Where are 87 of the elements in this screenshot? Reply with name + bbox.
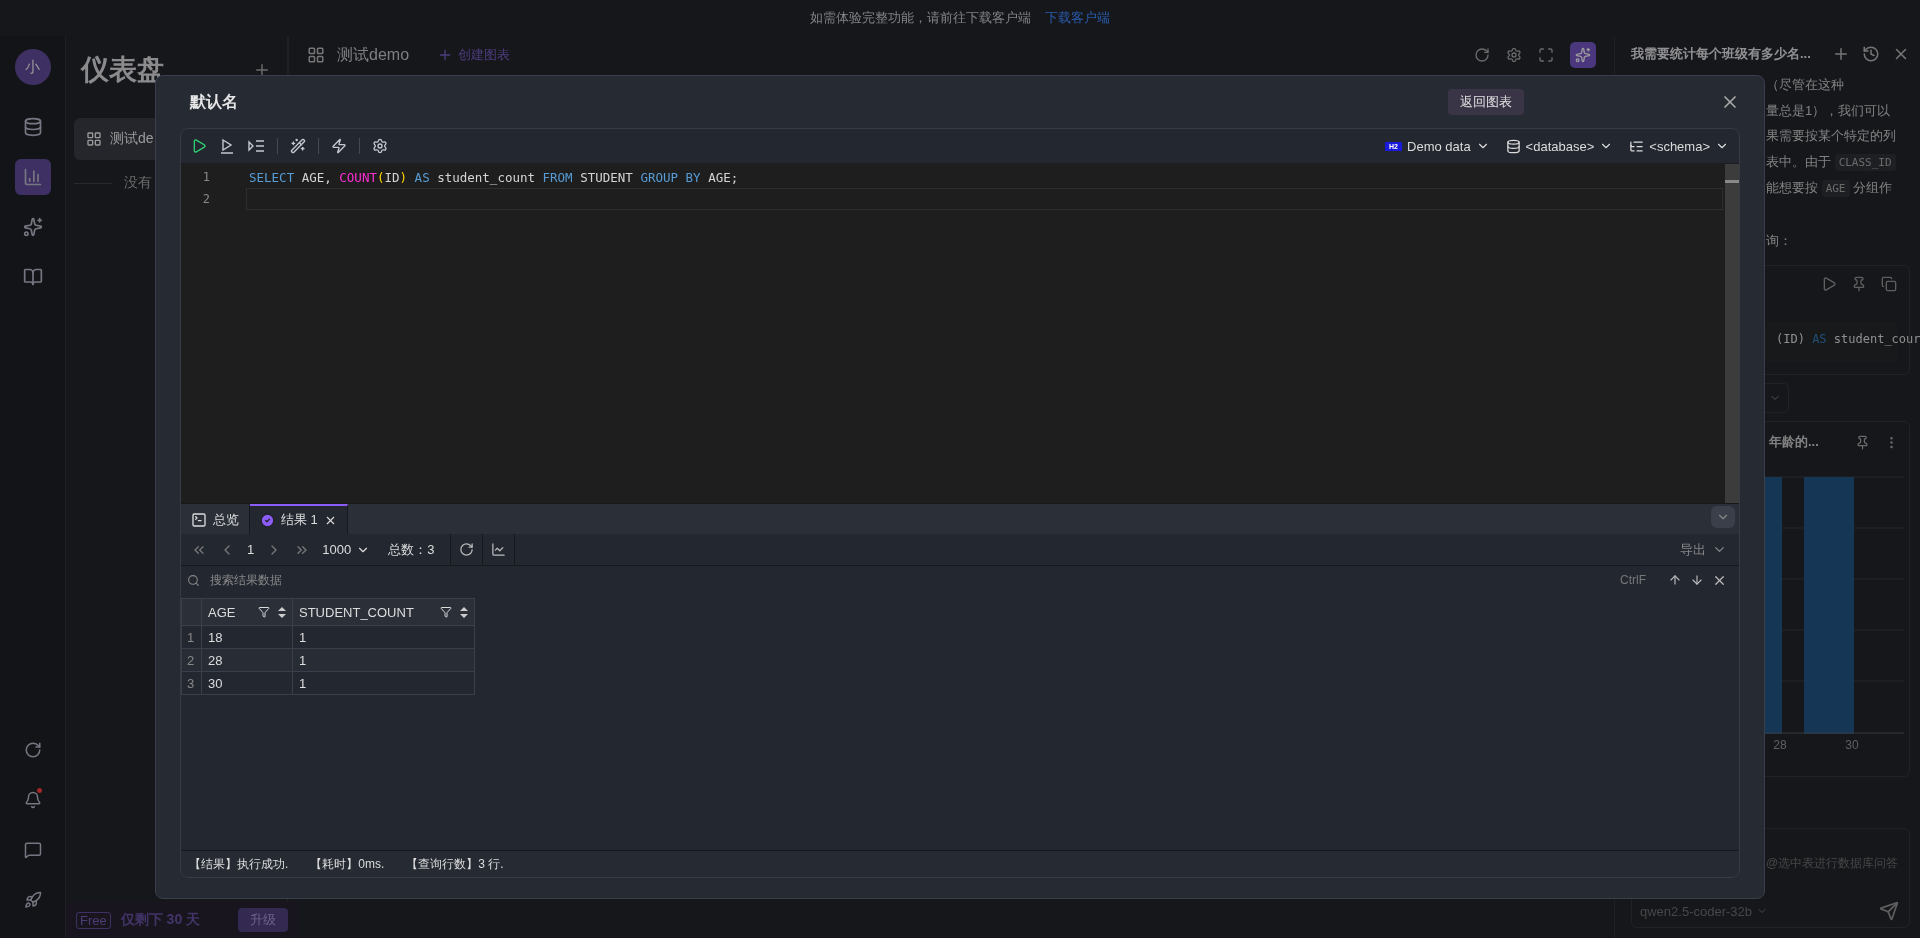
list-indent-icon[interactable] — [247, 138, 265, 154]
message-line: 表中。由于 CLASS_ID — [1766, 148, 1910, 175]
plan-tag: Free — [76, 911, 111, 929]
pin-icon[interactable] — [1851, 276, 1867, 292]
wand-icon[interactable] — [290, 138, 306, 154]
table-cell: 1 — [292, 648, 475, 672]
bell-icon — [23, 791, 42, 809]
page-number: 1 — [247, 542, 255, 557]
shortcut-hint: CtrlF — [1620, 573, 1646, 587]
plan-text: 仅剩下 30 天 — [120, 911, 202, 929]
tree-icon — [1629, 138, 1645, 154]
refresh-icon — [23, 741, 42, 759]
table-cell: 18 — [201, 625, 293, 649]
banner-text: 如需体验完整功能，请前往下载客户端 — [810, 9, 1031, 27]
code-line[interactable]: SELECT AGE, COUNT(ID) AS student_count FROM STUDENT GROUP BY AGE; — [246, 166, 1723, 188]
bar-chart-icon — [22, 167, 43, 187]
table-cell: 1 — [292, 625, 475, 649]
status-text: 【查询行数】3 行. — [406, 855, 504, 873]
fullscreen-icon[interactable] — [1538, 47, 1554, 63]
chat-title: 我需要统计每个班级有多少名... — [1631, 45, 1812, 63]
axis-label: 28 — [1772, 738, 1788, 752]
arrow-down-icon[interactable] — [1690, 573, 1704, 587]
scrollbar[interactable] — [1725, 164, 1739, 503]
message-line: 果需要按某个特定的列 — [1766, 127, 1897, 145]
book-icon — [22, 267, 43, 287]
database-select[interactable]: <database> — [1505, 138, 1614, 154]
message-line: 能想要按 AGE 分组作 — [1766, 179, 1894, 199]
add-icon[interactable] — [1832, 45, 1850, 63]
message-line: （尽管在这种 — [1766, 76, 1845, 94]
history-icon[interactable] — [1862, 45, 1880, 63]
refresh-icon[interactable] — [1474, 47, 1490, 63]
collapse-button[interactable] — [1711, 506, 1735, 528]
export-button[interactable]: 导出 — [1674, 539, 1733, 560]
rocket-icon — [23, 891, 42, 909]
grid-icon — [86, 131, 102, 147]
sparkle-icon — [1575, 47, 1591, 63]
database-icon — [22, 117, 43, 137]
line-number: 1 — [201, 170, 211, 184]
rail-button[interactable] — [14, 159, 51, 195]
line-number: 2 — [201, 192, 211, 206]
play-line-icon[interactable] — [219, 138, 235, 154]
row-number: 3 — [181, 671, 202, 695]
avatar[interactable]: 小 — [14, 49, 51, 85]
dashboard-title: 测试demo — [337, 44, 410, 65]
grid-icon — [307, 46, 325, 64]
row-number: 1 — [181, 625, 202, 649]
message-line: 询： — [1766, 231, 1793, 250]
row-number: 2 — [181, 648, 202, 672]
search-field[interactable]: 搜索结果数据 — [208, 572, 1612, 588]
refresh-icon — [459, 542, 475, 557]
message-line: 量总是1），我们可以 — [1766, 101, 1892, 120]
lightning-icon[interactable] — [331, 138, 347, 154]
ai-button[interactable] — [1570, 42, 1596, 68]
search-icon — [187, 573, 200, 587]
dialog-title: 默认名 — [190, 91, 239, 112]
status-text: 【结果】执行成功. — [189, 855, 289, 873]
filter-icon[interactable] — [440, 606, 452, 618]
chart-title: 年龄的... — [1769, 433, 1820, 451]
back-button[interactable]: 返回图表 — [1448, 89, 1524, 115]
filter-icon[interactable] — [258, 606, 270, 618]
page-size-select[interactable]: 1000 — [322, 542, 371, 557]
sort-icon[interactable] — [460, 606, 468, 618]
status-text: 【耗时】0ms. — [310, 855, 385, 873]
empty-text: 没有 — [124, 174, 152, 192]
table-cell: 1 — [292, 671, 475, 695]
message-icon — [23, 841, 42, 859]
play-icon[interactable] — [191, 138, 207, 154]
send-icon[interactable] — [1879, 901, 1899, 921]
schema-select[interactable]: <schema> — [1629, 138, 1729, 154]
settings-icon[interactable] — [372, 138, 388, 154]
check-circle-icon — [260, 512, 275, 528]
column-header: STUDENT_COUNT — [299, 604, 414, 620]
sparkle-icon — [22, 217, 43, 237]
copy-icon[interactable] — [1881, 276, 1897, 292]
axis-label: 30 — [1844, 738, 1860, 752]
table-cell: 30 — [201, 671, 293, 695]
dashboard-name: 测试de — [110, 130, 154, 148]
pin-icon[interactable] — [1855, 434, 1870, 450]
terminal-icon — [191, 512, 207, 528]
column-header: AGE — [208, 604, 236, 620]
result-tab[interactable]: 结果 1 — [250, 504, 348, 534]
total-count: 总数：3 — [388, 540, 435, 559]
table-cell: 28 — [201, 648, 293, 672]
arrow-up-icon[interactable] — [1668, 573, 1682, 587]
line-chart-icon — [491, 542, 507, 557]
sort-icon[interactable] — [278, 606, 286, 618]
database-icon — [1505, 138, 1521, 154]
